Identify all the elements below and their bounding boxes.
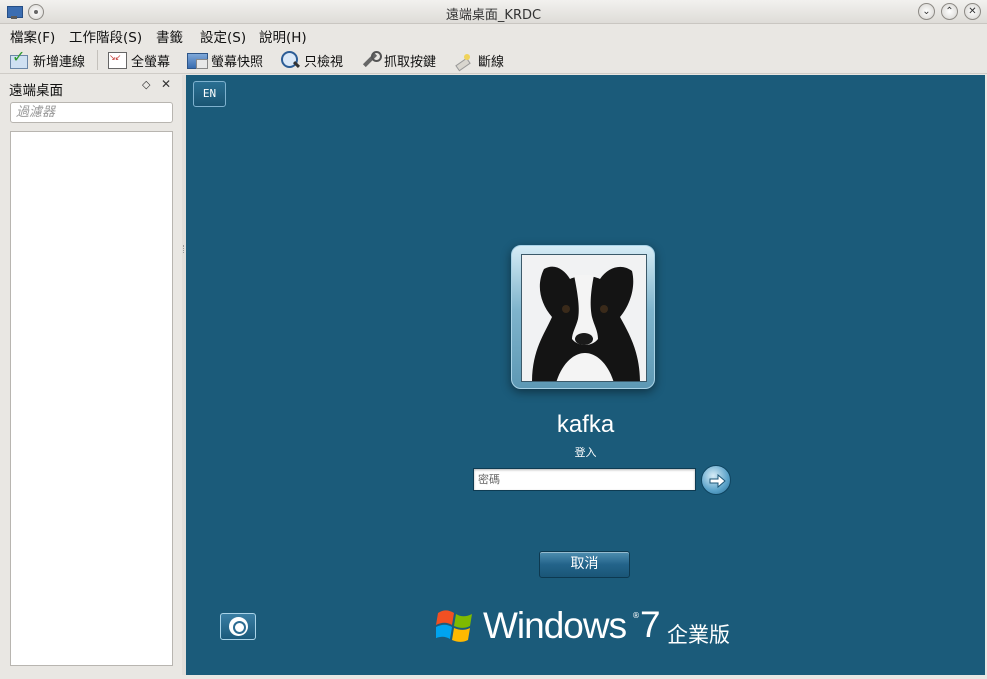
remote-desktop-view[interactable]: EN kafka 登入 取消 Windows ® 7 企業版	[186, 75, 985, 675]
submit-arrow-button[interactable]	[701, 465, 731, 495]
ease-of-access-icon	[229, 617, 248, 636]
dock-title: 遠端桌面	[9, 83, 63, 99]
grab-keys-button[interactable]: 抓取按鍵	[359, 48, 436, 72]
magnifier-icon	[279, 49, 301, 71]
remote-desktops-list[interactable]	[10, 131, 173, 666]
user-tile	[511, 245, 655, 389]
screenshot-button[interactable]: 螢幕快照	[186, 48, 263, 72]
menu-bookmarks[interactable]: 書籤	[156, 26, 183, 46]
menu-session[interactable]: 工作階段(S)	[69, 26, 142, 46]
input-language-button[interactable]: EN	[193, 81, 226, 107]
disconnect-icon	[453, 49, 475, 71]
grab-keys-label: 抓取按鍵	[384, 54, 437, 70]
disconnect-label: 斷線	[478, 54, 505, 70]
dock-float-button[interactable]: ◇	[142, 78, 150, 91]
wrench-icon	[359, 49, 382, 71]
brand-version: 7	[640, 604, 661, 645]
window-title: 遠端桌面_KRDC	[445, 8, 542, 23]
fullscreen-label: 全螢幕	[131, 54, 171, 70]
view-only-button[interactable]: 只檢視	[279, 48, 343, 72]
fullscreen-icon	[106, 49, 128, 71]
window-bottom-border	[0, 675, 987, 679]
maximize-button[interactable]: ⌃	[941, 3, 958, 20]
view-only-label: 只檢視	[304, 54, 344, 70]
brand-edition: 企業版	[667, 623, 730, 647]
dog-avatar-picture	[522, 255, 646, 381]
arrow-right-icon	[709, 473, 726, 489]
remote-desktops-dock: 遠端桌面 ◇ ✕	[0, 75, 182, 679]
menu-help[interactable]: 說明(H)	[259, 26, 307, 46]
brand-name: Windows	[483, 605, 627, 646]
ease-of-access-button[interactable]	[220, 613, 256, 640]
password-field[interactable]	[473, 468, 696, 491]
login-status: 登入	[574, 446, 597, 459]
windows-brand: Windows ® 7 企業版	[436, 604, 756, 649]
windows-flag-icon	[436, 610, 472, 642]
cancel-button[interactable]: 取消	[539, 551, 630, 578]
menu-file[interactable]: 檔案(F)	[10, 26, 55, 46]
screenshot-label: 螢幕快照	[211, 54, 264, 70]
toolbar-separator	[97, 50, 98, 70]
new-connection-label: 新增連線	[33, 54, 86, 70]
close-window-button[interactable]: ✕	[964, 3, 981, 20]
fullscreen-button[interactable]: 全螢幕	[106, 48, 170, 72]
new-connection-button[interactable]: 新增連線	[8, 47, 86, 72]
filter-input[interactable]	[10, 102, 173, 123]
dock-close-button[interactable]: ✕	[161, 77, 171, 91]
menu-settings[interactable]: 設定(S)	[200, 26, 246, 46]
title-bar: 遠端桌面_KRDC ⌄ ⌃ ✕	[0, 0, 987, 24]
toolbar: 新增連線 全螢幕 螢幕快照 只檢視 抓取按鍵 斷線	[0, 46, 987, 74]
menu-bar: 檔案(F) 工作階段(S) 書籤 設定(S) 說明(H)	[0, 24, 987, 46]
new-connection-icon	[8, 47, 30, 71]
user-name: kafka	[556, 411, 615, 438]
screenshot-icon	[186, 49, 208, 71]
minimize-button[interactable]: ⌄	[918, 3, 935, 20]
user-avatar	[521, 254, 647, 382]
disconnect-button[interactable]: 斷線	[453, 48, 504, 72]
brand-trademark-mark: ®	[632, 611, 640, 620]
